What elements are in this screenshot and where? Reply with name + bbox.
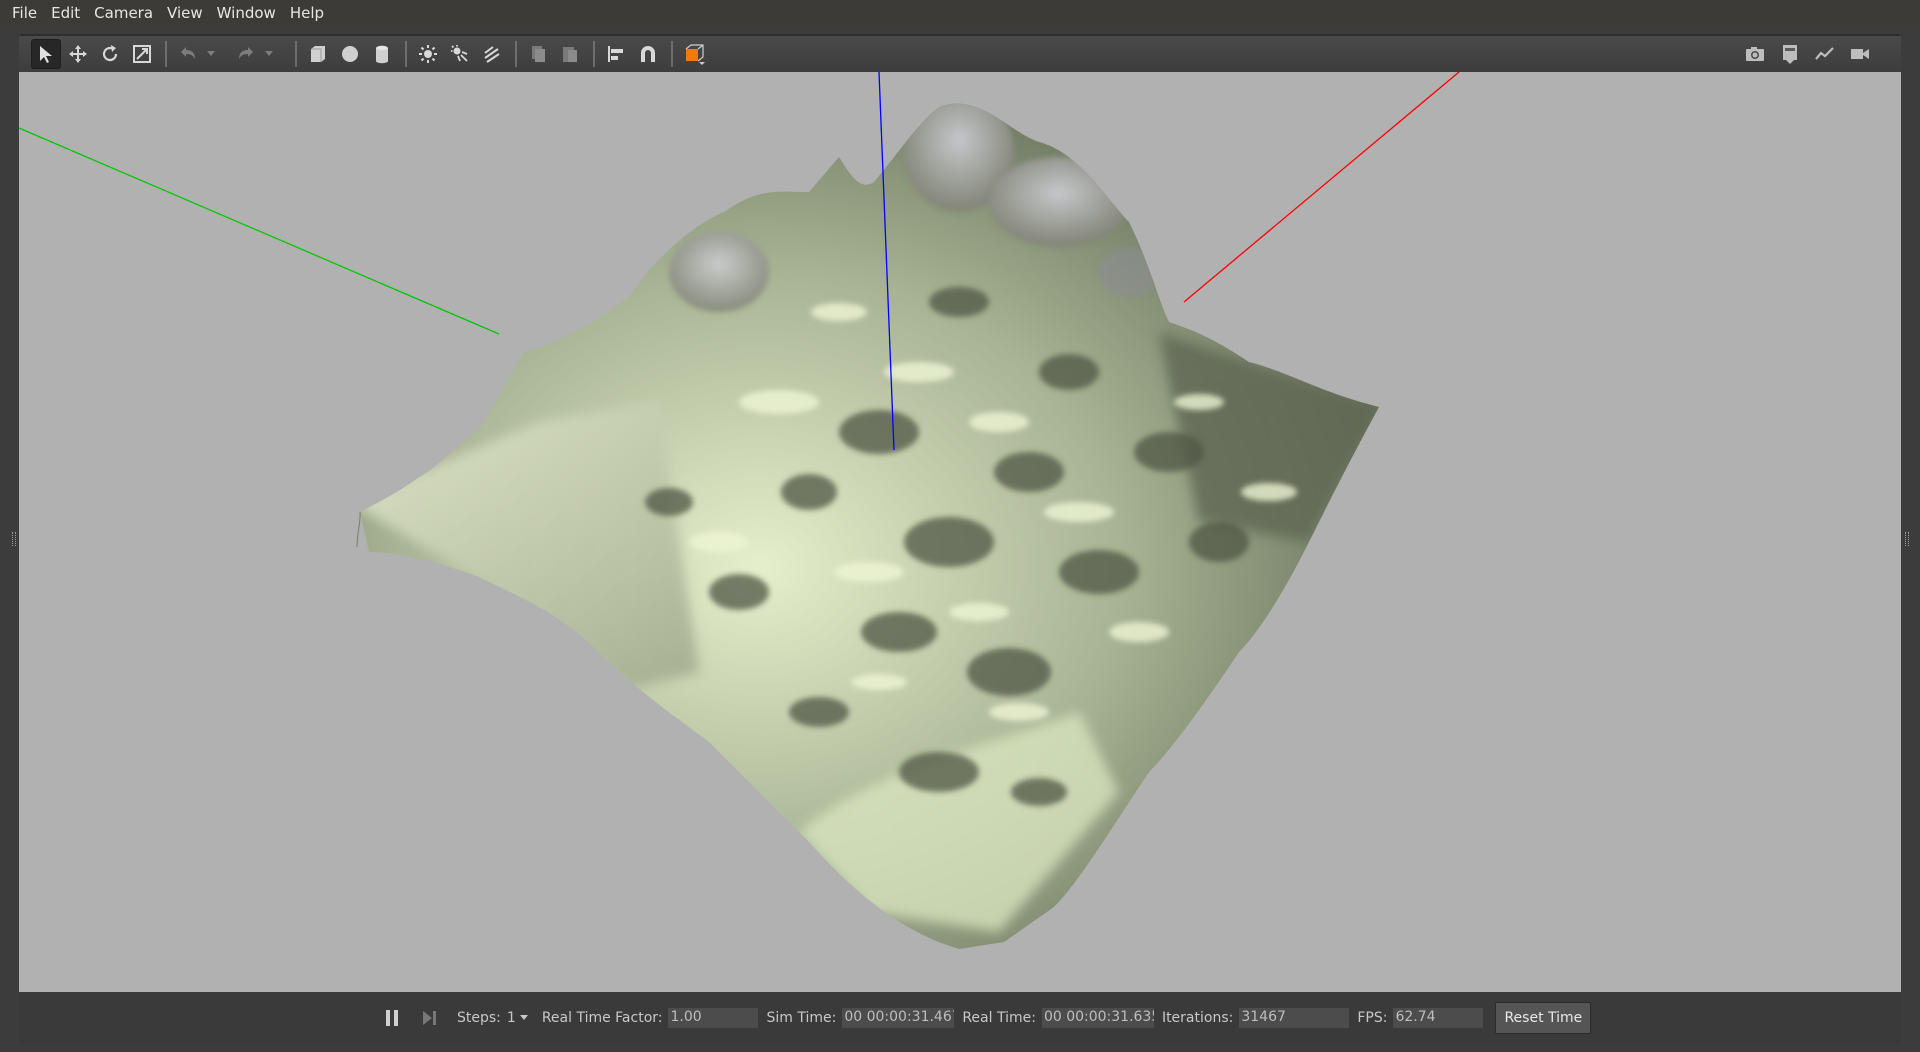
terrain-edge-line <box>356 511 361 548</box>
cylinder-shape-button[interactable] <box>367 39 397 69</box>
view-angle-button[interactable] <box>679 39 709 69</box>
toolbar-separator <box>593 41 595 67</box>
move-arrows-icon <box>69 45 87 63</box>
rtf-label: Real Time Factor: <box>541 1010 663 1026</box>
toolbar-separator <box>165 41 167 67</box>
pause-button[interactable] <box>381 1007 403 1029</box>
translate-mode-button[interactable] <box>63 39 93 69</box>
step-button[interactable] <box>419 1007 441 1029</box>
menu-camera[interactable]: Camera <box>88 4 161 22</box>
copy-button[interactable] <box>523 39 553 69</box>
paste-button[interactable] <box>555 39 585 69</box>
sphere-icon <box>342 46 358 62</box>
y-axis-line <box>19 127 500 335</box>
reset-time-button[interactable]: Reset Time <box>1495 1002 1592 1034</box>
snap-button[interactable] <box>633 39 663 69</box>
toolbar-right-group <box>1737 36 1877 72</box>
steps-value: 1 <box>506 1010 516 1026</box>
real-time-field: 00 00:00:31.635 <box>1041 1008 1154 1028</box>
sphere-shape-button[interactable] <box>335 39 365 69</box>
box-icon <box>311 46 325 62</box>
directional-light-button[interactable] <box>477 39 507 69</box>
toolbar-separator <box>405 41 407 67</box>
fps-field: 62.74 <box>1393 1008 1484 1028</box>
menu-file[interactable]: File <box>6 4 45 22</box>
sun-icon <box>419 45 437 63</box>
plot-button[interactable] <box>1810 39 1840 69</box>
align-button[interactable] <box>601 39 631 69</box>
cylinder-icon <box>376 45 388 64</box>
redo-history-dropdown[interactable] <box>263 51 275 57</box>
toolbar-separator <box>671 41 673 67</box>
pause-icon <box>386 1010 398 1026</box>
select-mode-button[interactable] <box>31 39 61 69</box>
real-time-label: Real Time: <box>962 1010 1036 1026</box>
directional-light-icon <box>484 46 500 63</box>
rtf-field: 1.00 <box>668 1008 759 1028</box>
chevron-down-icon <box>207 51 215 56</box>
left-panel-handle[interactable] <box>12 532 16 546</box>
record-video-button[interactable] <box>1845 39 1875 69</box>
redo-icon <box>239 47 253 59</box>
heightmap-terrain <box>360 103 1379 949</box>
x-axis-line <box>1183 72 1460 303</box>
spotlight-icon <box>451 45 468 62</box>
scale-icon <box>133 45 151 63</box>
magnet-icon <box>641 46 655 62</box>
right-panel-handle[interactable] <box>1905 532 1909 546</box>
toolbar-separator <box>515 41 517 67</box>
line-plot-icon <box>1815 47 1834 60</box>
log-icon <box>1783 45 1797 64</box>
spot-light-button[interactable] <box>445 39 475 69</box>
steps-spinbox[interactable]: 1 <box>507 1010 528 1026</box>
toolbar <box>19 36 1901 72</box>
toolbar-separator <box>295 41 297 67</box>
iterations-label: Iterations: <box>1161 1010 1234 1026</box>
rotate-icon <box>102 45 118 62</box>
menu-bar: File Edit Camera View Window Help <box>0 0 1920 26</box>
time-panel: Steps: 1 Real Time Factor: 1.00 Sim Time… <box>19 992 1901 1044</box>
copy-icon <box>532 46 545 62</box>
menu-window[interactable]: Window <box>211 4 284 22</box>
undo-history-dropdown[interactable] <box>205 51 217 57</box>
scale-mode-button[interactable] <box>127 39 157 69</box>
step-forward-icon <box>423 1011 436 1025</box>
scene-render <box>19 72 1460 949</box>
rotate-mode-button[interactable] <box>95 39 125 69</box>
chevron-down-icon <box>519 1015 528 1020</box>
fps-label: FPS: <box>1357 1010 1388 1026</box>
camera-icon <box>1746 47 1764 61</box>
iterations-field: 31467 <box>1239 1008 1350 1028</box>
log-button[interactable] <box>1775 39 1805 69</box>
point-light-button[interactable] <box>413 39 443 69</box>
sim-time-field: 00 00:00:31.467 <box>842 1008 955 1028</box>
menu-edit[interactable]: Edit <box>45 4 88 22</box>
screenshot-button[interactable] <box>1740 39 1770 69</box>
align-icon <box>608 46 623 62</box>
view-cube-icon <box>685 44 705 65</box>
undo-button[interactable] <box>173 39 203 69</box>
paste-icon <box>563 47 577 62</box>
menu-help[interactable]: Help <box>284 4 332 22</box>
scene-viewport[interactable] <box>19 72 1901 992</box>
redo-button[interactable] <box>231 39 261 69</box>
menu-view[interactable]: View <box>161 4 211 22</box>
sim-time-label: Sim Time: <box>766 1010 837 1026</box>
undo-icon <box>181 47 195 59</box>
arrow-cursor-icon <box>40 46 52 63</box>
box-shape-button[interactable] <box>303 39 333 69</box>
chevron-down-icon <box>265 51 273 56</box>
steps-label: Steps: <box>457 1010 501 1026</box>
video-camera-icon <box>1851 49 1869 59</box>
